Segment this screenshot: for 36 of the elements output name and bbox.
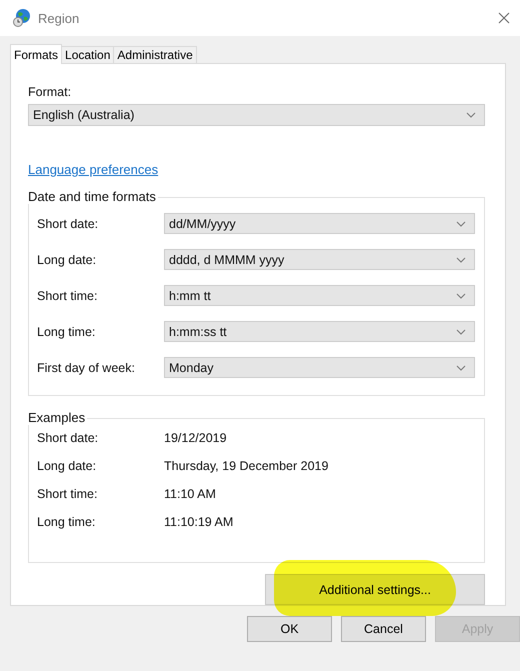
example-label: Long date: (37, 459, 98, 476)
format-dropdown[interactable]: Monday (164, 357, 475, 378)
tab[interactable]: Formats (10, 44, 62, 64)
chevron-down-icon (466, 112, 476, 118)
tab[interactable]: Administrative (113, 46, 197, 63)
close-icon[interactable] (498, 12, 510, 24)
chevron-down-icon (456, 256, 466, 262)
format-label: Format: (28, 85, 72, 99)
example-label: Long time: (37, 515, 96, 532)
format-dropdown[interactable]: h:mm:ss tt (164, 321, 475, 342)
field-label: Long date: (37, 252, 98, 266)
format-dropdown[interactable]: dddd, d MMMM yyyy (164, 249, 475, 270)
chevron-down-icon (456, 364, 466, 370)
example-value: 11:10 AM (164, 487, 216, 504)
example-value: 11:10:19 AM (164, 515, 234, 532)
field-label: Short time: (37, 288, 98, 302)
chevron-down-icon (456, 328, 466, 334)
example-value: 19/12/2019 (164, 431, 227, 448)
field-label: First day of week: (37, 360, 136, 374)
format-dropdown[interactable]: h:mm tt (164, 285, 475, 306)
language-preferences-link[interactable]: Language preferences (28, 162, 158, 177)
field-label: Long time: (37, 324, 96, 338)
example-value: Thursday, 19 December 2019 (164, 459, 328, 476)
chevron-down-icon (456, 220, 466, 226)
format-dropdown[interactable]: dd/MM/yyyy (164, 213, 475, 234)
group-title: Date and time formats (28, 189, 158, 204)
group-title: Examples (28, 410, 88, 426)
example-label: Short time: (37, 487, 98, 504)
chevron-down-icon (456, 292, 466, 298)
dialog-button[interactable]: OK (247, 616, 332, 642)
example-label: Short date: (37, 431, 100, 448)
globe-icon (12, 8, 32, 28)
field-label: Short date: (37, 216, 100, 230)
window-title: Region (38, 10, 80, 26)
dialog-button[interactable]: Cancel (341, 616, 426, 642)
format-dropdown[interactable]: English (Australia) (28, 104, 485, 126)
